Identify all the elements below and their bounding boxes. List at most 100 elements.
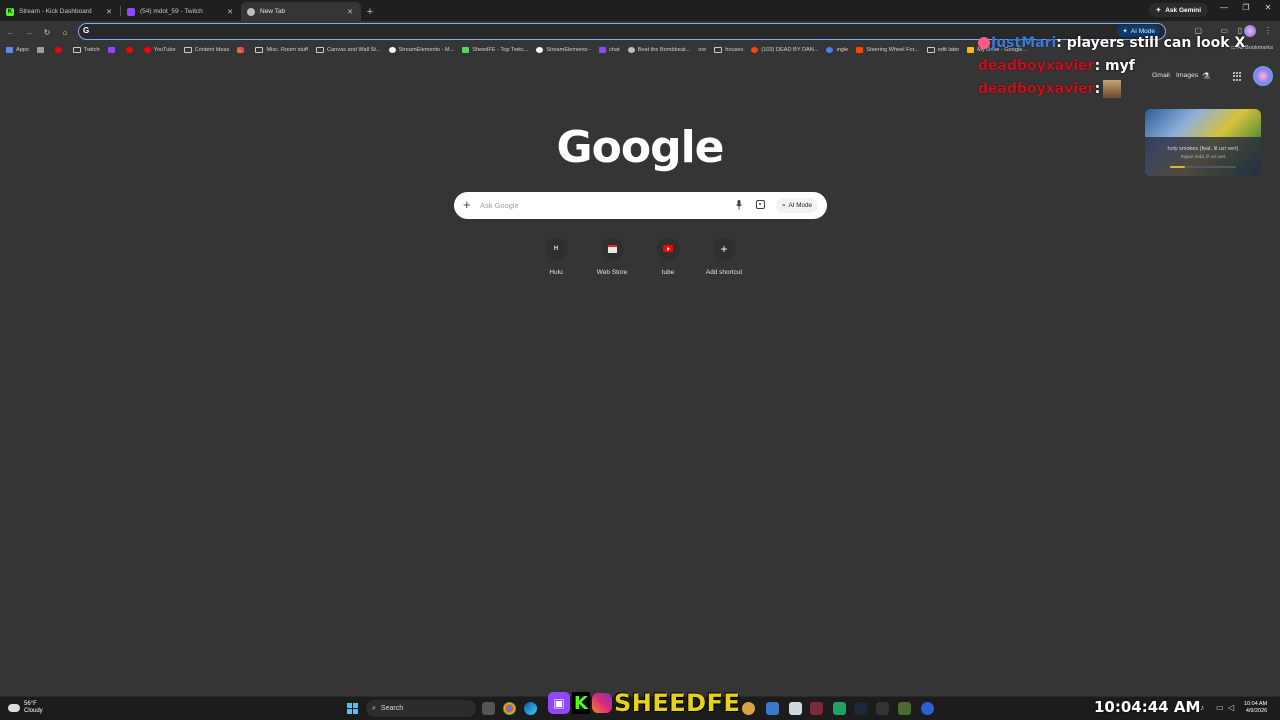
ai-mode-label: AI Mode: [788, 202, 812, 209]
weather-desc: Cloudy: [24, 708, 43, 714]
ai-mode-button[interactable]: ⌕ AI Mode: [776, 198, 818, 213]
now-playing-widget: holy smokes (feat. lil uzi vert) trippie…: [1145, 109, 1261, 176]
bookmark-youtube-2[interactable]: [125, 46, 136, 53]
bookmark-youtube[interactable]: YouTube: [143, 46, 176, 53]
bookmark-misc-room[interactable]: Misc. Room stuff: [255, 46, 308, 53]
ea-taskbar-icon[interactable]: [921, 702, 934, 715]
search-box[interactable]: + Ask Google ⌕ AI Mode: [454, 192, 827, 219]
bookmark-instagram[interactable]: [237, 46, 247, 53]
bookmark-houses[interactable]: houses: [714, 46, 743, 53]
google-lens-icon[interactable]: [756, 200, 765, 209]
twitch-icon: [127, 7, 135, 16]
app-taskbar-icon[interactable]: [810, 702, 823, 715]
task-view-icon[interactable]: [482, 702, 495, 715]
bookmark-streamelements-2[interactable]: StreamElements -: [536, 46, 591, 53]
taskbar-clock[interactable]: 10:04 AM 4/9/2026: [1244, 701, 1267, 715]
new-tab-button[interactable]: +: [361, 2, 379, 21]
close-window-icon[interactable]: ✕: [1256, 3, 1280, 12]
menu-icon[interactable]: ⋮: [1264, 26, 1272, 35]
bookmark-content-ideas[interactable]: Content Ideas: [183, 46, 229, 53]
sheets-taskbar-icon[interactable]: [833, 702, 846, 715]
shortcut-youtube[interactable]: tube: [640, 237, 696, 276]
app-taskbar-icon[interactable]: [876, 702, 889, 715]
tab-twitch[interactable]: (54) mdot_59 - Twitch ✕: [121, 2, 241, 21]
shortcut-label: Hulu: [549, 269, 563, 276]
tab-kick-dashboard[interactable]: K Stream - Kick Dashboard ✕: [0, 2, 120, 21]
gmail-link[interactable]: Gmail: [1152, 72, 1170, 79]
bookmark-canvas[interactable]: Canvas and Wall St...: [316, 46, 381, 53]
hulu-icon: H: [544, 237, 568, 260]
reddit-icon: [751, 46, 759, 53]
ask-gemini-button[interactable]: ✦ Ask Gemini: [1148, 3, 1208, 17]
photos-taskbar-icon[interactable]: [766, 702, 779, 715]
forward-icon[interactable]: →: [22, 25, 36, 39]
chat-text: :: [1094, 81, 1101, 97]
steam-taskbar-icon[interactable]: [854, 702, 867, 715]
taskbar-time: 10:04 AM: [1244, 701, 1268, 707]
bookmark-sheedfe[interactable]: SheedFE - Top Twitc...: [462, 46, 528, 53]
twitch-logo-icon: ▣: [548, 692, 570, 714]
bookmark-dbd[interactable]: (103) DEAD BY DAN...: [751, 46, 818, 53]
microphone-tray-icon[interactable]: ♪: [1200, 703, 1204, 712]
bookmark-steering[interactable]: Steering Wheel For...: [856, 46, 919, 53]
microphone-icon[interactable]: [736, 200, 742, 210]
close-tab-icon[interactable]: ✕: [225, 8, 235, 16]
network-icon[interactable]: ▭: [1216, 703, 1224, 712]
chat-message: deadboyxavier: myf: [978, 57, 1135, 75]
globe-icon: [627, 46, 635, 53]
close-tab-icon[interactable]: ✕: [345, 8, 355, 16]
bookmark-streamelements-1[interactable]: StreamElements - M...: [388, 46, 454, 53]
bookmark-ingle[interactable]: ingle: [826, 46, 848, 53]
chrome-taskbar-icon[interactable]: [503, 702, 516, 715]
google-apps-icon[interactable]: [1233, 72, 1242, 81]
shortcut-web-store[interactable]: Web Store: [584, 237, 640, 276]
back-icon[interactable]: ←: [4, 25, 18, 39]
tab-strip: K Stream - Kick Dashboard ✕ (54) mdot_59…: [0, 0, 1280, 21]
chat-message: deadboyxavier:: [978, 80, 1122, 98]
restore-icon[interactable]: ❐: [1234, 3, 1258, 12]
chat-text: : players still can look X: [1056, 35, 1246, 51]
close-tab-icon[interactable]: ✕: [104, 8, 114, 16]
add-attachment-icon[interactable]: +: [463, 197, 471, 212]
reload-icon[interactable]: ↻: [40, 25, 54, 39]
search-input[interactable]: Ask Google: [480, 201, 519, 210]
bookmark-youtube-1[interactable]: [54, 46, 65, 53]
bookmark-grid[interactable]: [36, 46, 47, 53]
kick-logo-icon: K: [572, 692, 590, 714]
grid-icon: [36, 46, 44, 53]
labs-flask-icon[interactable]: ⚗: [1202, 71, 1210, 82]
google-g-icon: G: [83, 26, 90, 35]
plus-icon: +: [720, 241, 728, 256]
folder-icon: [714, 46, 723, 53]
app-taskbar-icon[interactable]: [742, 702, 755, 715]
bookmark-apps[interactable]: Apps: [6, 46, 29, 53]
youtube-icon: [663, 245, 673, 252]
edge-taskbar-icon[interactable]: [524, 702, 537, 715]
weather-widget[interactable]: 56°F Cloudy: [8, 701, 43, 715]
bookmark-twitch[interactable]: [107, 46, 118, 53]
windows-start-icon[interactable]: [347, 703, 358, 714]
shortcut-hulu[interactable]: H Hulu: [528, 237, 584, 276]
minimize-icon[interactable]: —: [1212, 3, 1236, 12]
bookmark-beat[interactable]: Beat the Bombbeat...: [627, 46, 690, 53]
bookmark-twitch-folder[interactable]: Twitch: [72, 46, 100, 53]
bookmark-chat[interactable]: chat: [599, 46, 620, 53]
twitch-icon: [599, 46, 607, 53]
notepad-taskbar-icon[interactable]: [789, 702, 802, 715]
overlay-clock: 10:04:44 AM: [1094, 698, 1201, 716]
bookmark-edit-later[interactable]: edit later: [926, 46, 959, 53]
taskbar-search[interactable]: ⌕ Search: [366, 700, 476, 717]
ai-search-icon: ⌕: [782, 201, 786, 209]
profile-avatar[interactable]: [1244, 25, 1256, 37]
home-icon[interactable]: ⌂: [58, 25, 72, 39]
instagram-icon: [237, 46, 245, 53]
link-icon: [826, 46, 834, 53]
minecraft-taskbar-icon[interactable]: [898, 702, 911, 715]
volume-icon[interactable]: ◁: [1228, 703, 1234, 712]
shortcut-add[interactable]: + Add shortcut: [696, 237, 752, 276]
bookmark-oor[interactable]: oor: [698, 47, 706, 53]
tab-new-tab[interactable]: New Tab ✕: [241, 2, 361, 21]
account-avatar[interactable]: [1253, 66, 1273, 86]
images-link[interactable]: Images: [1176, 72, 1198, 79]
stream-brand-overlay: ▣ K SHEEDFE: [548, 688, 740, 718]
